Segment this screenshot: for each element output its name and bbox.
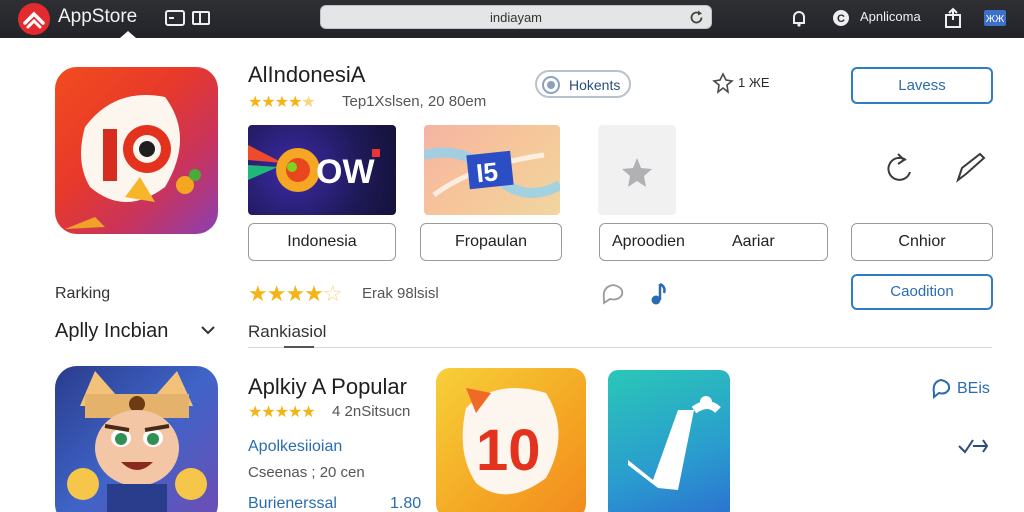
app-title: AppStore: [58, 6, 138, 27]
chip-cnhior[interactable]: Cnhior: [851, 223, 993, 261]
app-details-2: Cseenas ; 20 cen: [248, 464, 365, 481]
svg-text:ЖЖ: ЖЖ: [986, 14, 1005, 25]
rating-stars-1: ★★★★★: [248, 94, 316, 111]
thumb-text-ow: OW: [316, 153, 375, 191]
star-outline-icon[interactable]: [712, 72, 734, 94]
edit-icon[interactable]: [954, 152, 988, 184]
app-icon-alindonesia[interactable]: [55, 67, 218, 234]
beis-link[interactable]: BEis: [957, 380, 990, 398]
screenshot-thumb-2[interactable]: I5: [424, 125, 560, 215]
app-title-1[interactable]: AlIndonesiA: [248, 62, 365, 88]
app-store-window: AppStore indiayam C Apnlicoma ЖЖ AlIndon…: [0, 0, 1024, 512]
app-meta-2: 4 2nSitsucn: [332, 403, 411, 420]
music-note-icon[interactable]: [646, 281, 670, 307]
refresh-icon[interactable]: [884, 152, 914, 186]
active-indicator-icon: [120, 31, 136, 38]
sidebar-icon[interactable]: [191, 7, 213, 29]
account-name[interactable]: Apnlicoma: [860, 9, 921, 24]
chip-left-label: Aproodien: [612, 233, 685, 250]
notification-icon[interactable]: [788, 7, 810, 29]
chip-aproodien-aariar[interactable]: Aproodien Aariar: [599, 223, 828, 261]
star-placeholder-icon: [622, 158, 652, 187]
thumb-text-i5: I5: [475, 156, 500, 188]
app-meta-1: Tep1Xslsen, 20 80em: [342, 93, 487, 110]
publisher-link[interactable]: Burienerssal: [248, 495, 337, 512]
reload-icon[interactable]: [688, 9, 705, 26]
top-bar: AppStore indiayam C Apnlicoma ЖЖ: [0, 0, 1024, 38]
flag-icon[interactable]: ЖЖ: [982, 7, 1008, 29]
tab-rankiasiol[interactable]: Rankiasiol: [248, 322, 326, 342]
appstore-logo-icon[interactable]: [18, 3, 50, 35]
comment-icon[interactable]: [600, 281, 626, 305]
section-divider: [248, 347, 992, 348]
screenshot-thumb-4[interactable]: [608, 370, 730, 512]
app-category-link[interactable]: Apolkesiioian: [248, 438, 342, 456]
ranking-selector[interactable]: Aplly Incbian: [55, 320, 168, 343]
rating-row-text: Erak 98lsisl: [362, 285, 439, 302]
account-icon[interactable]: C: [830, 7, 852, 29]
badge-label: Hokents: [569, 77, 621, 93]
chip-right-label: Aariar: [732, 233, 775, 250]
lavess-button[interactable]: Lavess: [851, 67, 993, 104]
rating-stars-row: ★★★★☆: [248, 281, 343, 306]
rating-stars-2: ★★★★★: [248, 404, 316, 421]
url-text: indiayam: [489, 10, 543, 25]
address-bar[interactable]: indiayam: [320, 5, 712, 29]
tab-indicator: [284, 346, 314, 348]
chip-indonesia[interactable]: Indonesia: [248, 223, 396, 261]
caodition-button[interactable]: Caodition: [851, 274, 993, 310]
thumb-text-10: 10: [476, 418, 541, 483]
screenshot-thumb-placeholder[interactable]: [598, 125, 676, 215]
chat-icon[interactable]: [930, 377, 952, 399]
app-size-2: 1.80: [390, 495, 422, 512]
chip-fropaulan[interactable]: Fropaulan: [420, 223, 562, 261]
expand-icon[interactable]: [955, 432, 991, 458]
app-title-2[interactable]: Aplkiy A Popular: [248, 374, 407, 400]
ranking-label: Rarking: [55, 285, 111, 302]
share-icon[interactable]: [942, 7, 964, 29]
screenshot-thumb-1[interactable]: OW: [248, 125, 396, 215]
hokents-badge[interactable]: Hokents: [535, 70, 631, 98]
chevron-down-icon[interactable]: [200, 323, 216, 337]
circle-icon: [542, 76, 560, 94]
app-icon-popular[interactable]: [55, 366, 218, 512]
screenshot-thumb-3[interactable]: 10: [436, 368, 586, 512]
window-icon[interactable]: [164, 7, 186, 29]
svg-text:C: C: [837, 13, 845, 25]
rating-count-1: 1 ЖE: [738, 75, 770, 90]
